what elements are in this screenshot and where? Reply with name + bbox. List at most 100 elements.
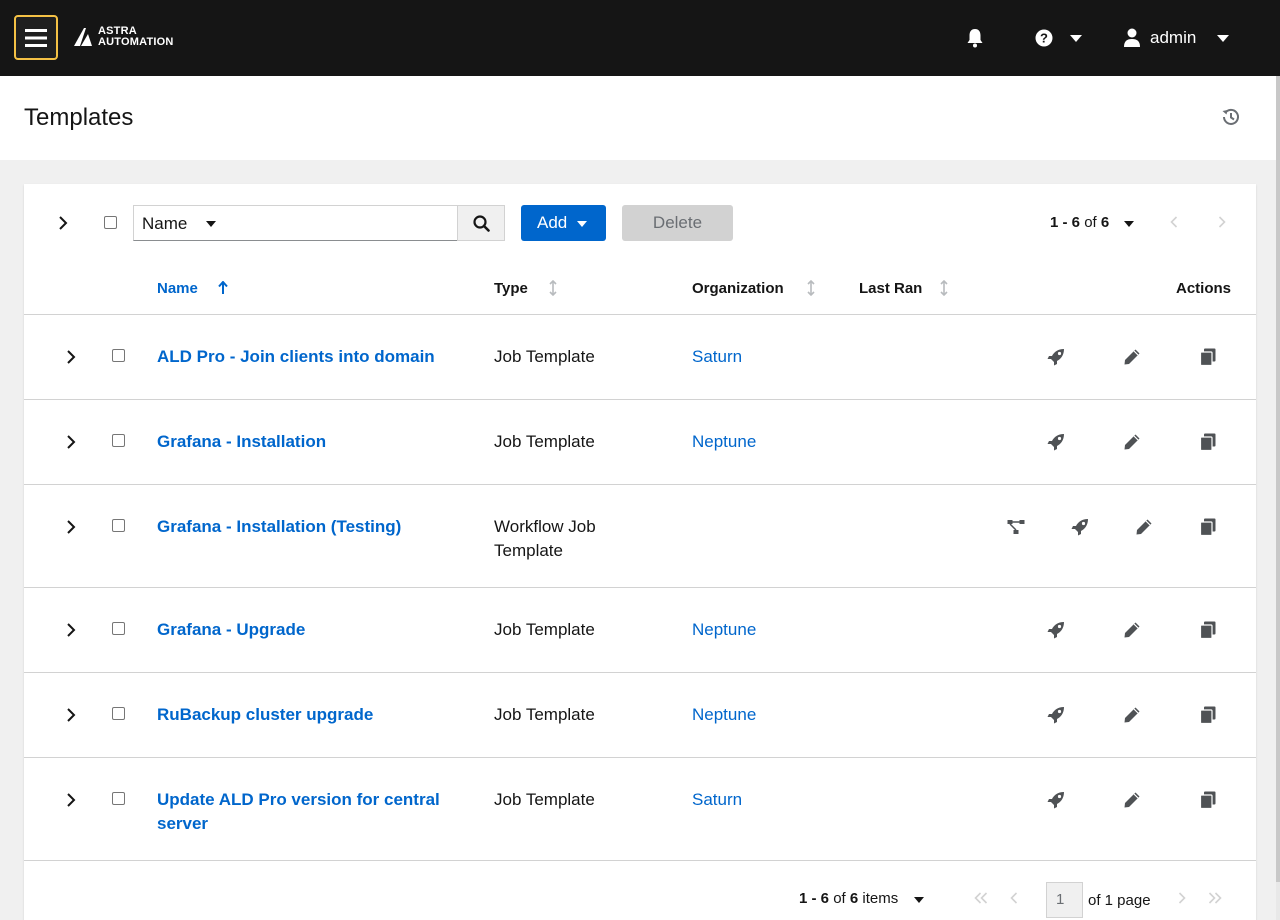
pencil-icon[interactable]	[1123, 348, 1141, 366]
row-select-checkbox[interactable]	[112, 707, 125, 720]
column-header-organization[interactable]: Organization	[692, 280, 784, 297]
copy-icon[interactable]	[1200, 621, 1216, 639]
workflow-visualizer-icon[interactable]	[1007, 519, 1025, 535]
template-name-link[interactable]: Grafana - Installation (Testing)	[157, 515, 467, 539]
select-all-checkbox[interactable]	[104, 216, 117, 229]
next-page-bottom-icon[interactable]	[1178, 892, 1186, 904]
row-select-checkbox[interactable]	[112, 792, 125, 805]
table-row: RuBackup cluster upgrade Job Template Ne…	[24, 673, 1256, 758]
pencil-icon[interactable]	[1123, 791, 1141, 809]
pagination-bottom-total: 6	[849, 890, 859, 907]
table-row: Grafana - Installation Job Template Nept…	[24, 400, 1256, 485]
organization-link[interactable]: Saturn	[692, 788, 742, 812]
page-scrollbar-thumb[interactable]	[1276, 76, 1280, 882]
rocket-icon[interactable]	[1047, 348, 1065, 366]
copy-icon[interactable]	[1200, 518, 1216, 536]
template-type: Job Template	[494, 620, 595, 639]
copy-icon[interactable]	[1200, 348, 1216, 366]
pencil-icon[interactable]	[1123, 706, 1141, 724]
astra-automation-logo[interactable]: ASTRA AUTOMATION	[72, 26, 174, 48]
svg-text:?: ?	[1040, 31, 1048, 46]
copy-icon[interactable]	[1200, 433, 1216, 451]
table-row: Grafana - Upgrade Job Template Neptune	[24, 588, 1256, 673]
pagination-bottom-caret-icon[interactable]	[914, 897, 924, 903]
search-field-select[interactable]: Name	[133, 205, 235, 241]
template-name-link[interactable]: Grafana - Installation	[157, 430, 467, 454]
row-expand-chevron-icon[interactable]	[66, 793, 76, 807]
pencil-icon[interactable]	[1123, 621, 1141, 639]
history-icon[interactable]	[1222, 108, 1240, 126]
rocket-icon[interactable]	[1047, 791, 1065, 809]
row-expand-chevron-icon[interactable]	[66, 350, 76, 364]
pagination-bottom-items-label: items	[862, 890, 899, 907]
row-select-checkbox[interactable]	[112, 622, 125, 635]
search-field-select-value: Name	[142, 214, 188, 233]
sort-ascending-icon[interactable]	[218, 281, 228, 295]
row-select-checkbox[interactable]	[112, 349, 125, 362]
user-menu-username[interactable]: admin	[1150, 28, 1196, 48]
top-navigation-bar: ASTRA AUTOMATION ? admin	[0, 0, 1280, 76]
previous-page-top-icon[interactable]	[1170, 216, 1178, 228]
hamburger-menu-button[interactable]	[14, 15, 58, 60]
delete-button-label: Delete	[652, 213, 703, 232]
table-row: Update ALD Pro version for central serve…	[24, 758, 1256, 861]
page-count-label: of 1 page	[1088, 892, 1151, 909]
column-header-last-ran[interactable]: Last Ran	[859, 280, 922, 297]
last-page-icon[interactable]	[1208, 892, 1222, 904]
expand-all-chevron-icon[interactable]	[58, 216, 68, 230]
pagination-toggle-bottom[interactable]: 1 - 6 of 6 items	[799, 890, 898, 907]
row-expand-chevron-icon[interactable]	[66, 520, 76, 534]
sort-organization-icon[interactable]	[807, 280, 815, 296]
row-expand-chevron-icon[interactable]	[66, 623, 76, 637]
add-button[interactable]: Add	[521, 205, 606, 241]
row-expand-chevron-icon[interactable]	[66, 708, 76, 722]
add-dropdown-caret-icon[interactable]	[577, 221, 587, 227]
row-select-checkbox[interactable]	[112, 434, 125, 447]
user-dropdown-caret-icon[interactable]	[1217, 35, 1229, 42]
templates-list-card: Name Add Delete 1 - 6 of 6 Name Type Org…	[24, 184, 1256, 920]
pencil-icon[interactable]	[1123, 433, 1141, 451]
search-button[interactable]	[457, 205, 505, 241]
first-page-icon[interactable]	[974, 892, 988, 904]
organization-link[interactable]: Neptune	[692, 618, 756, 642]
sort-type-icon[interactable]	[549, 280, 557, 296]
bell-icon[interactable]	[966, 28, 984, 48]
column-header-type[interactable]: Type	[494, 280, 528, 297]
pagination-toggle-top[interactable]: 1 - 6 of 6	[1050, 214, 1109, 231]
row-expand-chevron-icon[interactable]	[66, 435, 76, 449]
template-name-link[interactable]: Update ALD Pro version for central serve…	[157, 788, 467, 836]
help-dropdown-caret-icon[interactable]	[1070, 35, 1082, 42]
table-row: ALD Pro - Join clients into domain Job T…	[24, 315, 1256, 400]
page-number-value: 1	[1056, 891, 1065, 908]
question-circle-icon[interactable]: ?	[1035, 29, 1053, 47]
template-name-link[interactable]: ALD Pro - Join clients into domain	[157, 345, 467, 369]
organization-link[interactable]: Neptune	[692, 703, 756, 727]
organization-link[interactable]: Saturn	[692, 345, 742, 369]
column-header-name[interactable]: Name	[157, 280, 198, 297]
pencil-icon[interactable]	[1135, 518, 1153, 536]
search-icon	[472, 214, 490, 232]
previous-page-bottom-icon[interactable]	[1010, 892, 1018, 904]
pagination-top-caret-icon[interactable]	[1124, 221, 1134, 227]
copy-icon[interactable]	[1200, 706, 1216, 724]
row-select-checkbox[interactable]	[112, 519, 125, 532]
next-page-top-icon[interactable]	[1218, 216, 1226, 228]
template-name-link[interactable]: Grafana - Upgrade	[157, 618, 467, 642]
rocket-icon[interactable]	[1047, 621, 1065, 639]
rocket-icon[interactable]	[1071, 518, 1089, 536]
sort-last-ran-icon[interactable]	[940, 280, 948, 296]
search-field-caret-icon[interactable]	[206, 221, 216, 227]
copy-icon[interactable]	[1200, 791, 1216, 809]
rocket-icon[interactable]	[1047, 706, 1065, 724]
page-number-input[interactable]: 1	[1046, 882, 1083, 918]
template-name-link[interactable]: RuBackup cluster upgrade	[157, 703, 467, 727]
rocket-icon[interactable]	[1047, 433, 1065, 451]
user-icon[interactable]	[1124, 28, 1140, 48]
search-input[interactable]	[234, 205, 458, 241]
template-type: Job Template	[494, 790, 595, 809]
add-button-label: Add	[537, 213, 568, 232]
delete-button[interactable]: Delete	[622, 205, 733, 241]
pagination-top-of: of	[1084, 214, 1097, 231]
pagination-bottom-of: of	[833, 890, 846, 907]
organization-link[interactable]: Neptune	[692, 430, 756, 454]
